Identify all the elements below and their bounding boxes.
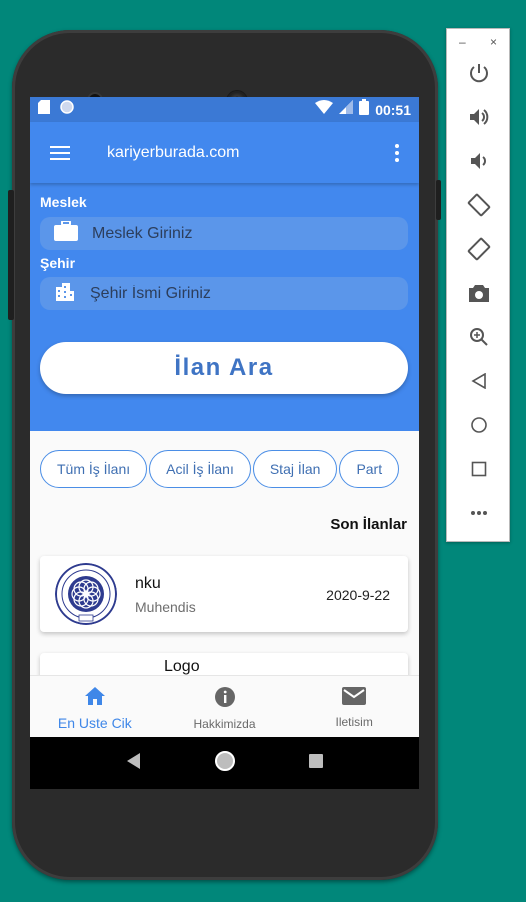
signal-icon: [339, 100, 354, 119]
side-button: [436, 180, 441, 220]
hamburger-icon: [50, 145, 70, 160]
more-button[interactable]: [447, 491, 511, 535]
info-icon: [214, 686, 236, 713]
rotate-right-button[interactable]: [447, 227, 511, 271]
company-name: nku: [135, 575, 161, 592]
more-vert-icon: [395, 143, 399, 148]
listing-date: 2020-9-22: [326, 587, 390, 603]
wifi-icon: [315, 100, 334, 119]
zoom-button[interactable]: [447, 315, 511, 359]
bottom-navigation: En Uste Cik Hakkimizda Iletisim: [30, 675, 419, 737]
city-label: Şehir: [40, 255, 76, 271]
chip-urgent-jobs[interactable]: Acil İş İlanı: [149, 450, 251, 488]
home-button[interactable]: [447, 403, 511, 447]
nav-about[interactable]: Hakkimizda: [160, 676, 290, 737]
app-bar: kariyerburada.com: [30, 122, 419, 183]
volume-up-button[interactable]: [447, 95, 511, 139]
company-name: Logo: [164, 658, 200, 675]
rotate-right-icon: [467, 237, 491, 261]
nav-contact[interactable]: Iletisim: [289, 676, 419, 737]
nav-label: Iletisim: [335, 715, 373, 729]
chip-all-jobs[interactable]: Tüm İş İlanı: [40, 450, 148, 488]
system-navigation-bar: [30, 737, 419, 789]
minimize-button[interactable]: –: [459, 35, 466, 51]
system-home-icon[interactable]: [214, 750, 236, 777]
sync-circle-icon: [60, 100, 74, 119]
overview-button[interactable]: [447, 447, 511, 491]
search-jobs-button[interactable]: İlan Ara: [40, 342, 408, 394]
volume-down-icon: [471, 153, 486, 169]
status-time: 00:51: [375, 101, 411, 118]
system-back-icon[interactable]: [126, 752, 141, 774]
chip-part-time[interactable]: Part: [339, 450, 400, 488]
search-panel: Meslek Şehir İlan Ara: [30, 183, 419, 431]
power-button[interactable]: [447, 51, 511, 95]
system-recents-icon[interactable]: [308, 753, 323, 773]
university-seal-icon: [55, 563, 117, 625]
job-position: Muhendis: [135, 599, 196, 615]
emulator-toolbar: – ×: [446, 28, 510, 542]
battery-icon: [359, 99, 370, 120]
job-input[interactable]: [92, 224, 372, 243]
home-icon: [84, 686, 106, 711]
job-field[interactable]: [40, 217, 408, 250]
section-title: Son İlanlar: [330, 516, 407, 533]
briefcase-icon: [54, 220, 78, 246]
screenshot-button[interactable]: [447, 271, 511, 315]
city-input[interactable]: [90, 284, 370, 303]
mail-icon: [342, 686, 367, 711]
zoom-icon: [470, 328, 488, 346]
status-bar: 00:51: [30, 97, 419, 122]
overview-icon: [471, 461, 487, 477]
volume-up-icon: [470, 109, 489, 125]
job-label: Meslek: [40, 194, 87, 210]
city-building-icon: [54, 281, 76, 306]
job-card[interactable]: nku Muhendis 2020-9-22: [40, 556, 408, 632]
close-button[interactable]: ×: [490, 35, 497, 51]
device-screen: 00:51 kariyerburada.com Meslek Şehir İla…: [30, 97, 419, 789]
nav-scroll-top[interactable]: En Uste Cik: [30, 676, 160, 737]
camera-icon: [469, 285, 489, 302]
more-options-button[interactable]: [375, 122, 419, 183]
nav-label: En Uste Cik: [57, 715, 132, 731]
home-circle-icon: [471, 417, 487, 433]
back-icon: [471, 373, 486, 389]
category-chips: Tüm İş İlanı Acil İş İlanı Staj İlan Par…: [40, 450, 408, 490]
city-field[interactable]: [40, 277, 408, 310]
power-icon: [470, 64, 488, 83]
side-button: [8, 190, 14, 320]
rotate-left-button[interactable]: [447, 183, 511, 227]
menu-button[interactable]: [30, 122, 90, 183]
sd-card-icon: [38, 100, 50, 119]
back-button[interactable]: [447, 359, 511, 403]
chip-internship[interactable]: Staj İlan: [252, 450, 338, 488]
volume-down-button[interactable]: [447, 139, 511, 183]
rotate-left-icon: [467, 193, 491, 217]
more-icon: [471, 511, 487, 515]
nav-label: Hakkimizda: [193, 717, 256, 731]
app-title: kariyerburada.com: [107, 143, 240, 161]
